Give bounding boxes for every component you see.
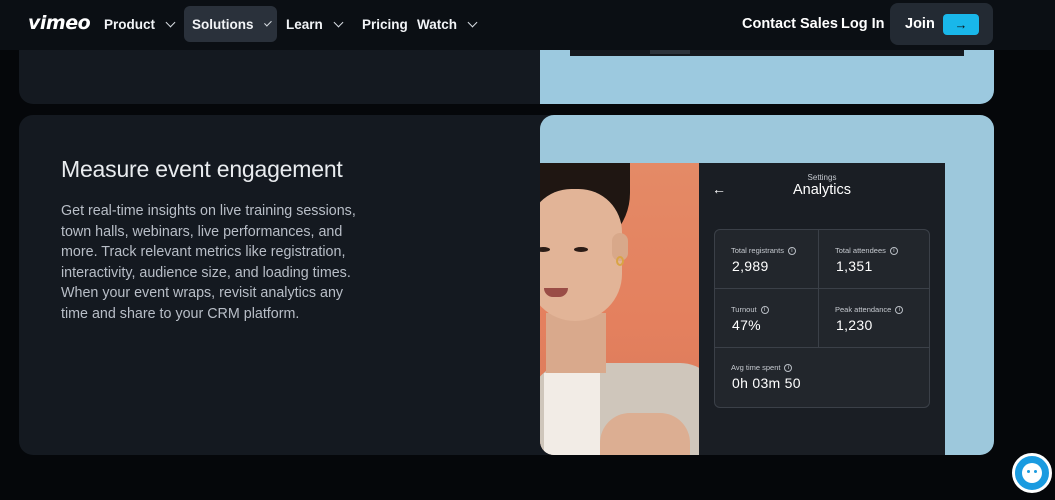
nav-pricing-label: Pricing [362,16,408,32]
nav-solutions-label: Solutions [192,16,254,32]
metric-label: Total registrants i [731,246,796,255]
photo-face [540,189,622,321]
metric-value: 47% [732,317,761,333]
chevron-down-icon [263,18,271,26]
chevron-down-icon [467,17,478,27]
metric-label-text: Avg time spent [731,363,781,372]
join-label: Join [905,16,935,32]
previous-screen-caption [650,50,690,54]
vimeo-logo[interactable]: vimeo [28,12,91,34]
nav-watch-label: Watch [417,16,457,32]
nav-pricing[interactable]: Pricing [354,6,416,42]
metric-label-text: Peak attendance [835,305,892,314]
nav-product-label: Product [104,16,156,32]
photo-neck [546,313,606,373]
nav-learn[interactable]: Learn [278,6,350,42]
info-icon: i [787,246,796,255]
metric-value: 0h 03m 50 [732,375,801,391]
metric-label-text: Turnout [731,305,757,314]
info-icon: i [889,246,898,255]
info-icon: i [895,305,904,314]
nav-watch[interactable]: Watch [409,6,484,42]
top-nav: vimeo Product Solutions Learn Pricing Wa… [0,0,1055,50]
analytics-title: Analytics [792,182,852,198]
grid-divider [714,347,930,348]
grid-divider [714,288,930,289]
assistant-button[interactable] [1012,453,1052,493]
photo-eye [574,247,588,252]
nav-product[interactable]: Product [96,6,182,42]
assistant-icon [1022,463,1042,483]
photo-shirt [544,373,600,455]
presenter-photo [540,163,700,455]
info-icon: i [784,363,793,372]
settings-label: Settings [807,173,837,182]
metric-label-text: Total registrants [731,246,784,255]
metric-value: 1,230 [836,317,873,333]
metric-label: Avg time spent i [731,363,793,372]
metric-label: Peak attendance i [835,305,904,314]
metric-value: 1,351 [836,258,873,274]
feature-title: Measure event engagement [61,156,343,182]
metric-label: Turnout i [731,305,769,314]
feature-description: Get real-time insights on live training … [61,203,356,322]
photo-earring [616,256,624,266]
photo-hand [600,413,690,455]
nav-solutions[interactable]: Solutions [184,6,277,42]
arrow-right-icon: → [943,14,979,35]
metric-value: 2,989 [732,258,769,274]
photo-eye [540,247,550,252]
metric-label: Total attendees i [835,246,898,255]
nav-learn-label: Learn [286,16,323,32]
join-button[interactable]: Join → [890,3,993,45]
metric-label-text: Total attendees [835,246,886,255]
photo-mouth [544,288,568,297]
contact-sales-link[interactable]: Contact Sales [742,6,838,42]
info-icon: i [760,305,769,314]
chevron-down-icon [165,17,176,27]
log-in-link[interactable]: Log In [841,6,885,42]
chevron-down-icon [333,17,344,27]
